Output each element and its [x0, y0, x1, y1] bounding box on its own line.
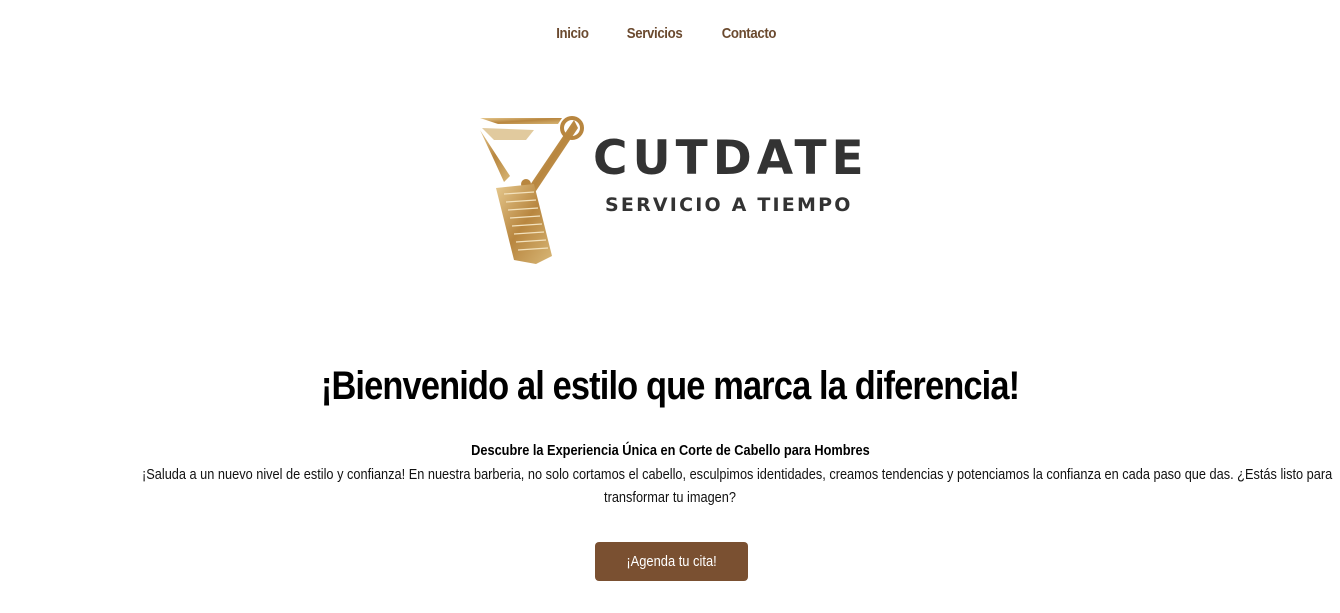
- hero-description-line-1: ¡Saluda a un nuevo nivel de estilo y con…: [142, 467, 1333, 483]
- hero-description-line-2: transformar tu imagen?: [604, 490, 736, 506]
- hero-subtitle: Descubre la Experiencia Única en Corte d…: [0, 441, 1340, 461]
- logo-tagline-text: SERVICIO A TIEMPO: [605, 194, 853, 216]
- brand-logo: CUTDATE SERVICIO A TIEMPO: [474, 110, 874, 270]
- hero-description: ¡Saluda a un nuevo nivel de estilo y con…: [70, 464, 1333, 510]
- nav-link-servicios[interactable]: Servicios: [613, 22, 697, 46]
- hero-title-text: ¡Bienvenido al estilo que marca la difer…: [320, 364, 1020, 408]
- nav-link-contacto[interactable]: Contacto: [708, 22, 791, 46]
- hero-subtitle-text: Descubre la Experiencia Única en Corte d…: [470, 443, 870, 459]
- hero-title: ¡Bienvenido al estilo que marca la difer…: [0, 360, 1340, 412]
- book-appointment-label: ¡Agenda tu cita!: [626, 553, 717, 570]
- nav-link-inicio[interactable]: Inicio: [542, 22, 603, 46]
- book-appointment-button[interactable]: ¡Agenda tu cita!: [595, 542, 748, 581]
- main-nav: Inicio Servicios Contacto: [0, 22, 1340, 46]
- logo-brand-text: CUTDATE: [593, 131, 869, 186]
- scissors-comb-icon: [480, 116, 584, 264]
